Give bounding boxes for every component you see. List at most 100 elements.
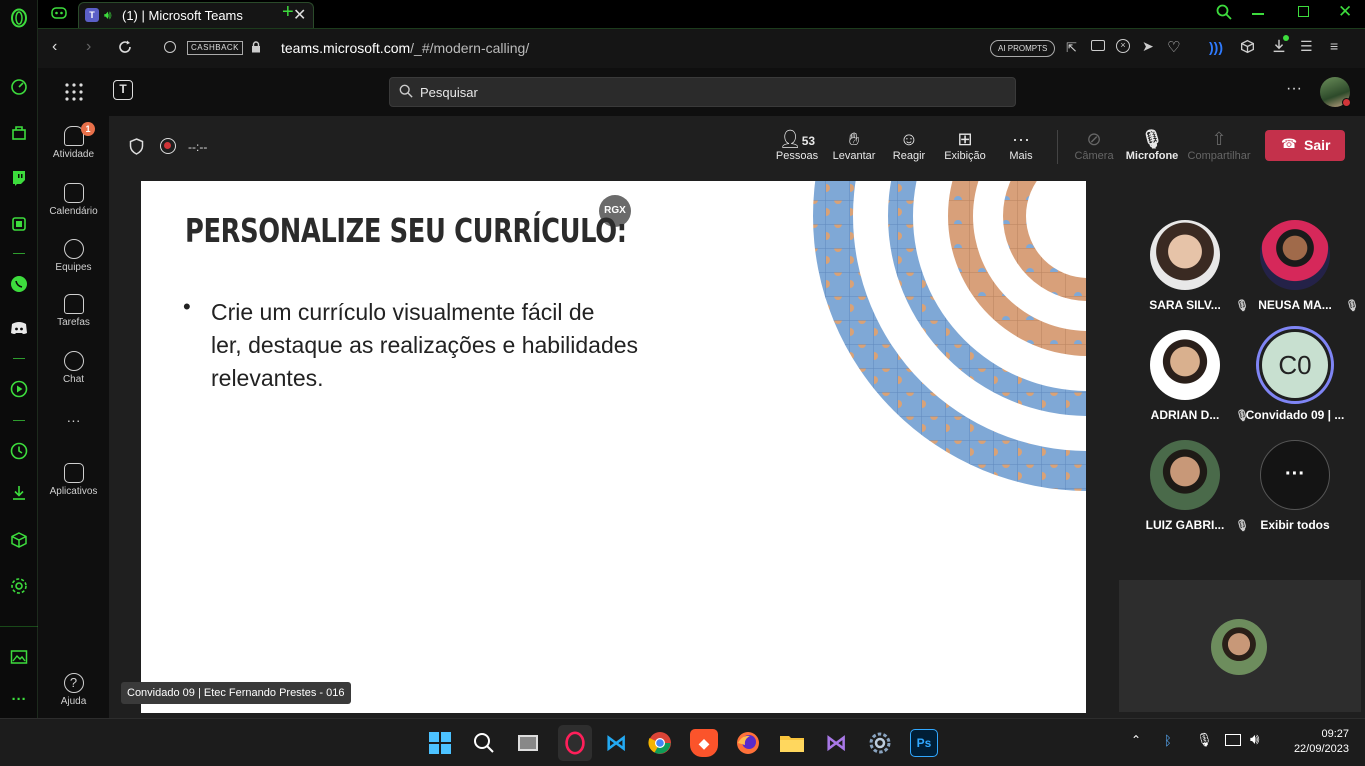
display-tray-icon[interactable]	[1225, 734, 1241, 746]
participant-tile[interactable]: SARA SILV... 🎙︎	[1125, 220, 1249, 312]
settings-icon[interactable]	[8, 575, 30, 597]
view-all-button[interactable]: ··· Exibir todos	[1235, 440, 1355, 532]
shopping-icon[interactable]	[8, 122, 30, 144]
lock-icon[interactable]	[251, 40, 260, 53]
reload-icon[interactable]	[118, 40, 132, 59]
twitch-icon[interactable]	[8, 167, 30, 189]
help-icon: ?	[63, 673, 84, 693]
participant-tile[interactable]: LUIZ GABRI... 🎙︎	[1125, 440, 1249, 532]
menu-icon[interactable]: ≡	[1330, 38, 1338, 54]
participant-tile[interactable]: ADRIAN D... 🎙︎	[1125, 330, 1249, 422]
vscode-icon[interactable]: ⋈	[602, 729, 630, 757]
player-icon[interactable]	[8, 378, 30, 400]
raise-hand-button[interactable]: ✋︎ Levantar	[830, 128, 878, 162]
download-icon[interactable]	[1271, 35, 1289, 59]
start-icon[interactable]	[426, 729, 454, 757]
restore-icon[interactable]	[1298, 6, 1309, 17]
microphone-tray-icon[interactable]: 🎙︎	[1196, 732, 1213, 748]
visual-studio-icon[interactable]: ⋈	[822, 729, 850, 757]
show-hidden-icons[interactable]: ⌃	[1131, 733, 1141, 747]
rail-item-calendar[interactable]: Calendário	[38, 183, 109, 217]
firefox-icon[interactable]	[734, 729, 762, 757]
search-tabs-icon[interactable]	[1216, 4, 1232, 25]
camera-button[interactable]: ⊘ Câmera	[1071, 128, 1117, 162]
speed-dial-icon[interactable]	[8, 76, 30, 98]
participant-name: LUIZ GABRI...	[1145, 518, 1225, 532]
shield-icon[interactable]	[129, 138, 144, 160]
extensions-icon[interactable]	[8, 529, 30, 551]
tab-teams[interactable]: T 🔊︎ (1) | Microsoft Teams ✕	[78, 2, 314, 28]
mic-button[interactable]: 🎙︎ Microfone	[1125, 128, 1179, 162]
close-window-icon[interactable]: ✕	[1338, 2, 1352, 22]
tab-title: (1) | Microsoft Teams	[122, 8, 243, 23]
chrome-icon[interactable]	[646, 729, 674, 757]
gx-control-icon[interactable]	[8, 213, 30, 235]
close-tab-icon[interactable]: ✕	[293, 5, 306, 25]
back-icon[interactable]: ‹	[52, 38, 57, 56]
people-button[interactable]: 👤︎53 Pessoas	[775, 128, 819, 162]
download-dot-icon	[1283, 35, 1289, 41]
snapshot-icon[interactable]	[8, 646, 30, 668]
cashback-badge[interactable]: CASHBACK	[187, 41, 244, 55]
clock[interactable]: 09:27 22/09/2023	[1283, 727, 1349, 757]
discord-icon[interactable]	[8, 317, 30, 339]
cube-icon[interactable]	[1240, 39, 1255, 59]
opera-logo-icon[interactable]	[8, 7, 30, 29]
ai-prompts-button[interactable]: AI PROMPTS	[990, 40, 1056, 57]
search-input[interactable]: Pesquisar	[389, 77, 1016, 107]
react-button[interactable]: ☺︎ Reagir	[891, 128, 927, 162]
opera-gx-taskbar-icon[interactable]	[558, 725, 592, 761]
send-icon[interactable]: ➤	[1142, 38, 1154, 55]
participant-tile[interactable]: NEUSA MA... 🎙︎	[1235, 220, 1359, 312]
rail-item-chat[interactable]: Chat	[38, 351, 109, 385]
brave-icon[interactable]: ◆	[690, 729, 718, 757]
more-icon[interactable]: ···	[8, 688, 30, 710]
photoshop-icon[interactable]: Ps	[910, 729, 938, 757]
rail-item-apps[interactable]: Aplicativos	[38, 463, 109, 497]
downloads-icon[interactable]	[8, 482, 30, 504]
hand-icon: ✋︎	[848, 129, 860, 149]
task-view-icon[interactable]	[514, 729, 542, 757]
url-field[interactable]: teams.microsoft.com/_#/modern-calling/	[281, 40, 529, 56]
volume-icon[interactable]: 🔊︎	[1250, 731, 1259, 748]
whatsapp-icon[interactable]	[8, 273, 30, 295]
rail-more-button[interactable]: ···	[38, 412, 109, 428]
teams-rail: Atividade 1 Calendário Equipes Tarefas C…	[38, 116, 109, 718]
rail-item-teams[interactable]: Equipes	[38, 239, 109, 273]
new-tab-button[interactable]: +	[282, 1, 294, 24]
clock-time: 09:27	[1321, 728, 1349, 740]
workspaces-icon[interactable]	[51, 6, 67, 20]
history-icon[interactable]	[8, 440, 30, 462]
share-button[interactable]: ⇧ Compartilhar	[1186, 128, 1252, 162]
participant-tile[interactable]: C0 Convidado 09 | ...	[1235, 326, 1355, 422]
speaker-icon[interactable]: 🔊︎	[104, 8, 112, 23]
easy-setup-icon[interactable]: ☰	[1300, 38, 1313, 55]
user-avatar[interactable]	[1320, 77, 1351, 107]
camera-snapshot-icon[interactable]	[1091, 40, 1105, 51]
leave-button[interactable]: ☎︎ Sair	[1265, 130, 1345, 161]
settings-taskbar-icon[interactable]	[866, 729, 894, 757]
tasks-icon	[63, 294, 84, 314]
share-icon[interactable]: ⇱	[1066, 40, 1077, 56]
file-explorer-icon[interactable]	[778, 729, 806, 757]
recording-icon[interactable]	[160, 138, 176, 154]
self-view-tile[interactable]	[1119, 580, 1361, 712]
heart-icon[interactable]: ♡	[1167, 38, 1180, 56]
vpn-icon[interactable]: )))	[1209, 39, 1223, 55]
bluetooth-icon[interactable]: ᛒ	[1164, 733, 1172, 748]
teams-header: T Pesquisar ···	[38, 68, 1365, 116]
mic-label: Microfone	[1125, 150, 1179, 162]
privacy-icon[interactable]	[164, 41, 176, 53]
app-launcher-icon[interactable]	[64, 82, 84, 107]
minimize-icon[interactable]	[1252, 13, 1264, 15]
block-icon[interactable]: ×	[1116, 39, 1130, 53]
rail-item-activity[interactable]: Atividade 1	[38, 122, 109, 160]
view-button[interactable]: ⊞ Exibição	[942, 128, 988, 162]
rail-item-help[interactable]: ? Ajuda	[38, 673, 109, 707]
camera-off-icon: ⊘	[1086, 129, 1102, 149]
search-taskbar-icon[interactable]	[470, 729, 498, 757]
forward-icon[interactable]: ›	[86, 38, 91, 56]
settings-more-button[interactable]: ···	[1286, 80, 1302, 98]
more-button[interactable]: ··· Mais	[1007, 128, 1035, 162]
rail-item-tasks[interactable]: Tarefas	[38, 294, 109, 328]
